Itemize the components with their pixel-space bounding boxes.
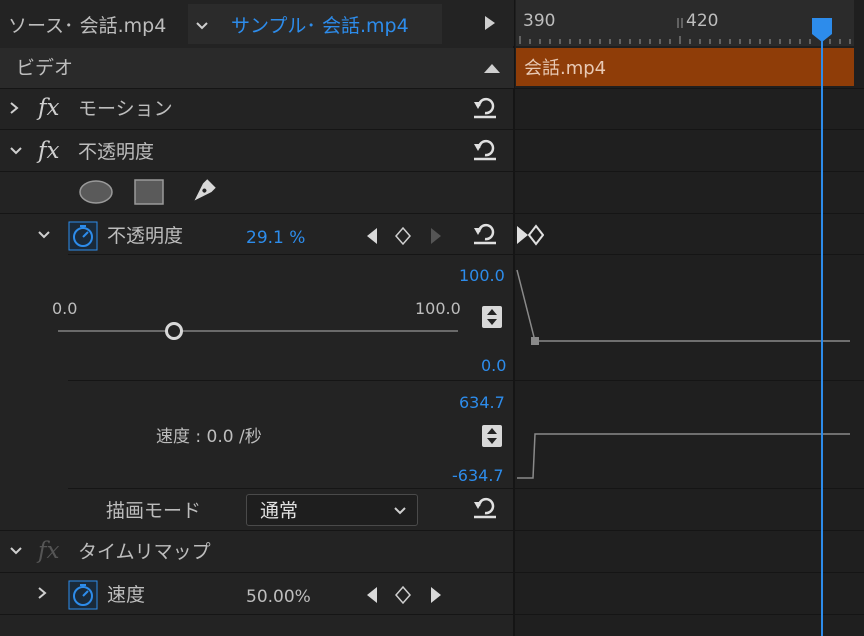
opacity-value[interactable]: 29.1 % (246, 227, 305, 249)
reset-icon[interactable] (470, 134, 500, 164)
opacity-effect-label: 不透明度 (78, 141, 155, 163)
reset-icon[interactable] (470, 492, 500, 522)
row-separator (0, 88, 864, 89)
tab-source[interactable]: ソース･ 会話.mp4 (8, 15, 166, 37)
chevron-right-icon[interactable] (32, 583, 52, 603)
speed-value[interactable]: 50.00% (246, 586, 311, 608)
chevron-down-icon[interactable] (34, 225, 54, 245)
time-ruler[interactable] (516, 0, 854, 46)
opacity-param-label: 不透明度 (107, 225, 184, 247)
fx-icon[interactable]: fx (38, 140, 59, 163)
row-separator (0, 171, 864, 172)
row-separator (0, 129, 864, 130)
reset-icon[interactable] (470, 218, 500, 248)
velocity-max-label: 634.7 (459, 393, 505, 412)
stopwatch-icon[interactable] (68, 221, 98, 251)
graph-scale-icon[interactable] (481, 305, 503, 329)
reset-icon[interactable] (470, 92, 500, 122)
row-separator (0, 530, 864, 531)
keyframe-marker[interactable] (516, 224, 545, 246)
playhead-line[interactable] (821, 30, 823, 636)
fx-icon-disabled[interactable]: fx (38, 540, 59, 563)
chevron-down-icon[interactable] (390, 501, 410, 521)
fx-icon[interactable]: fx (38, 97, 59, 120)
prev-keyframe-icon[interactable] (364, 585, 380, 605)
slider-max-label: 100.0 (415, 299, 461, 318)
video-section-header (0, 48, 514, 88)
next-keyframe-icon[interactable] (428, 585, 444, 605)
ruler-label-390: 390 (523, 11, 556, 31)
chevron-right-icon[interactable] (4, 98, 24, 118)
tab-sequence[interactable]: サンプル･ 会話.mp4 (231, 15, 409, 37)
value-graph[interactable] (515, 254, 864, 490)
ruler-label-420: 420 (686, 11, 719, 31)
blend-mode-label: 描画モード (106, 500, 202, 522)
velocity-scale-icon[interactable] (481, 424, 503, 448)
collapse-up-icon[interactable] (482, 58, 502, 78)
play-arrow-icon[interactable] (480, 13, 500, 33)
row-separator (0, 213, 864, 214)
opacity-slider-thumb[interactable] (164, 321, 184, 341)
row-separator (0, 572, 864, 573)
graph-max-label: 100.0 (459, 266, 505, 285)
velocity-min-label: -634.7 (452, 466, 504, 485)
opacity-slider-track[interactable] (58, 330, 458, 332)
pen-mask-icon[interactable] (186, 176, 220, 208)
time-remap-label: タイムリマップ (78, 541, 211, 563)
video-section-label: ビデオ (16, 57, 74, 79)
add-keyframe-icon[interactable] (393, 584, 413, 606)
speed-label: 速度 (107, 584, 146, 606)
chevron-down-icon[interactable] (6, 541, 26, 561)
chevron-down-icon[interactable] (192, 16, 212, 36)
clip-label: 会話.mp4 (524, 58, 607, 79)
next-keyframe-icon[interactable] (428, 226, 444, 246)
playhead-handle[interactable] (811, 17, 833, 43)
stopwatch-icon[interactable] (68, 580, 98, 610)
blend-mode-value: 通常 (260, 500, 299, 522)
velocity-label: 速度 : 0.0 /秒 (156, 427, 262, 447)
motion-label: モーション (78, 98, 173, 120)
slider-min-label: 0.0 (52, 299, 78, 318)
row-separator (0, 614, 864, 615)
graph-min-label: 0.0 (481, 356, 507, 375)
prev-keyframe-icon[interactable] (364, 226, 380, 246)
add-keyframe-icon[interactable] (393, 225, 413, 247)
rectangle-mask-icon[interactable] (133, 178, 165, 206)
chevron-down-icon[interactable] (6, 141, 26, 161)
ellipse-mask-icon[interactable] (78, 179, 114, 205)
